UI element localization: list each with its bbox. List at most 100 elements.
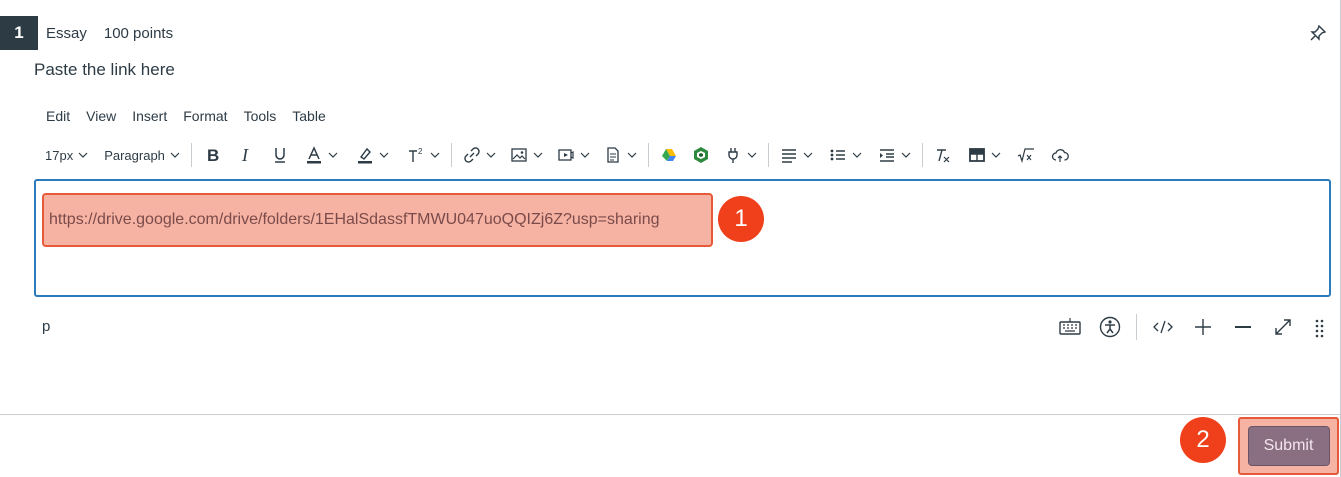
chevron-down-icon bbox=[747, 152, 757, 158]
media-button[interactable] bbox=[552, 140, 595, 170]
minus-icon bbox=[1235, 326, 1251, 328]
submit-highlight: Submit bbox=[1238, 417, 1339, 475]
keyboard-shortcuts-button[interactable] bbox=[1058, 315, 1082, 339]
question-points: 100 points bbox=[103, 25, 174, 42]
chevron-down-icon bbox=[803, 152, 813, 158]
code-icon bbox=[1153, 320, 1173, 334]
bullet-list-button[interactable] bbox=[824, 140, 867, 170]
svg-text:I: I bbox=[241, 146, 249, 164]
question-type: Essay bbox=[46, 25, 87, 42]
font-size-select[interactable]: 17px bbox=[40, 140, 93, 170]
indent-button[interactable] bbox=[873, 140, 916, 170]
menu-format[interactable]: Format bbox=[183, 108, 227, 124]
toolbar-divider bbox=[647, 143, 649, 167]
superscript-icon: 2 bbox=[408, 147, 423, 162]
text-color-icon bbox=[306, 146, 321, 164]
chevron-down-icon bbox=[328, 152, 338, 158]
bold-button[interactable]: B bbox=[198, 140, 226, 170]
increase-height-button[interactable] bbox=[1191, 315, 1215, 339]
chevron-down-icon bbox=[78, 152, 88, 158]
pin-icon[interactable] bbox=[1309, 24, 1327, 42]
menu-view[interactable]: View bbox=[86, 108, 116, 124]
media-icon bbox=[558, 149, 574, 161]
toolbar-divider bbox=[190, 143, 192, 167]
google-drive-icon bbox=[661, 149, 676, 161]
bold-icon: B bbox=[207, 146, 219, 164]
toolbar-divider bbox=[767, 143, 769, 167]
step-badge-1: 1 bbox=[718, 196, 764, 242]
submit-button[interactable]: Submit bbox=[1247, 426, 1330, 466]
table-button[interactable] bbox=[963, 140, 1006, 170]
svg-text:2: 2 bbox=[418, 147, 423, 156]
underline-icon bbox=[274, 148, 285, 163]
editor-statusbar-actions bbox=[1050, 313, 1339, 341]
block-format-value: Paragraph bbox=[104, 147, 165, 163]
resize-handle[interactable] bbox=[1307, 315, 1331, 339]
chevron-down-icon bbox=[170, 152, 180, 158]
align-button[interactable] bbox=[775, 140, 818, 170]
indent-icon bbox=[879, 149, 894, 162]
html-editor-button[interactable] bbox=[1151, 315, 1175, 339]
menu-tools[interactable]: Tools bbox=[244, 108, 277, 124]
fullscreen-button[interactable] bbox=[1271, 315, 1295, 339]
chevron-down-icon bbox=[379, 152, 389, 158]
chevron-down-icon bbox=[533, 152, 543, 158]
text-color-button[interactable] bbox=[300, 140, 343, 170]
menu-insert[interactable]: Insert bbox=[132, 108, 167, 124]
google-drive-button[interactable] bbox=[655, 140, 683, 170]
plug-icon bbox=[728, 148, 738, 163]
toolbar-divider bbox=[450, 143, 452, 167]
chevron-down-icon bbox=[486, 152, 496, 158]
image-button[interactable] bbox=[505, 140, 548, 170]
square-root-icon bbox=[1017, 148, 1034, 164]
office-365-icon bbox=[693, 147, 708, 163]
apps-plugin-button[interactable] bbox=[719, 140, 762, 170]
expand-icon bbox=[1275, 319, 1291, 335]
link-button[interactable] bbox=[458, 140, 501, 170]
question-prompt: Paste the link here bbox=[34, 60, 175, 79]
drag-handle-icon bbox=[1315, 319, 1324, 338]
block-format-select[interactable]: Paragraph bbox=[99, 140, 185, 170]
table-icon bbox=[969, 148, 985, 162]
highlighter-icon bbox=[357, 147, 372, 164]
step-badge-2: 2 bbox=[1180, 417, 1226, 463]
office-365-button[interactable] bbox=[687, 140, 715, 170]
bullet-list-icon bbox=[830, 149, 845, 161]
accessibility-icon bbox=[1099, 316, 1121, 338]
element-path[interactable]: p bbox=[42, 318, 50, 335]
italic-button[interactable]: I bbox=[232, 140, 260, 170]
chevron-down-icon bbox=[430, 152, 440, 158]
chevron-down-icon bbox=[627, 152, 637, 158]
accessibility-checker-button[interactable] bbox=[1098, 315, 1122, 339]
menu-table[interactable]: Table bbox=[292, 108, 325, 124]
plus-icon bbox=[1195, 319, 1211, 335]
highlight-color-button[interactable] bbox=[351, 140, 394, 170]
svg-text:B: B bbox=[207, 146, 219, 164]
decrease-height-button[interactable] bbox=[1231, 315, 1255, 339]
keyboard-icon bbox=[1059, 318, 1081, 335]
question-meta: Essay 100 points bbox=[46, 25, 173, 42]
align-left-icon bbox=[781, 149, 796, 163]
chevron-down-icon bbox=[991, 152, 1001, 158]
document-button[interactable] bbox=[599, 140, 642, 170]
menu-edit[interactable]: Edit bbox=[46, 108, 70, 124]
italic-icon: I bbox=[241, 146, 249, 164]
document-icon bbox=[607, 147, 619, 163]
clear-formatting-icon bbox=[936, 149, 950, 163]
cloud-upload-button[interactable] bbox=[1046, 140, 1074, 170]
link-icon bbox=[464, 147, 480, 163]
footer-divider bbox=[0, 414, 1341, 415]
editor-link-content[interactable]: https://drive.google.com/drive/folders/1… bbox=[42, 193, 713, 247]
statusbar-divider bbox=[1136, 314, 1137, 340]
equation-button[interactable] bbox=[1012, 140, 1040, 170]
clear-formatting-button[interactable] bbox=[929, 140, 957, 170]
cloud-icon bbox=[1051, 149, 1069, 162]
editor-menubar: Edit View Insert Format Tools Table bbox=[46, 108, 342, 124]
toolbar-divider bbox=[921, 143, 923, 167]
chevron-down-icon bbox=[901, 152, 911, 158]
superscript-button[interactable]: 2 bbox=[402, 140, 445, 170]
image-icon bbox=[511, 148, 527, 162]
font-size-value: 17px bbox=[45, 147, 74, 163]
chevron-down-icon bbox=[852, 152, 862, 158]
underline-button[interactable] bbox=[266, 140, 294, 170]
